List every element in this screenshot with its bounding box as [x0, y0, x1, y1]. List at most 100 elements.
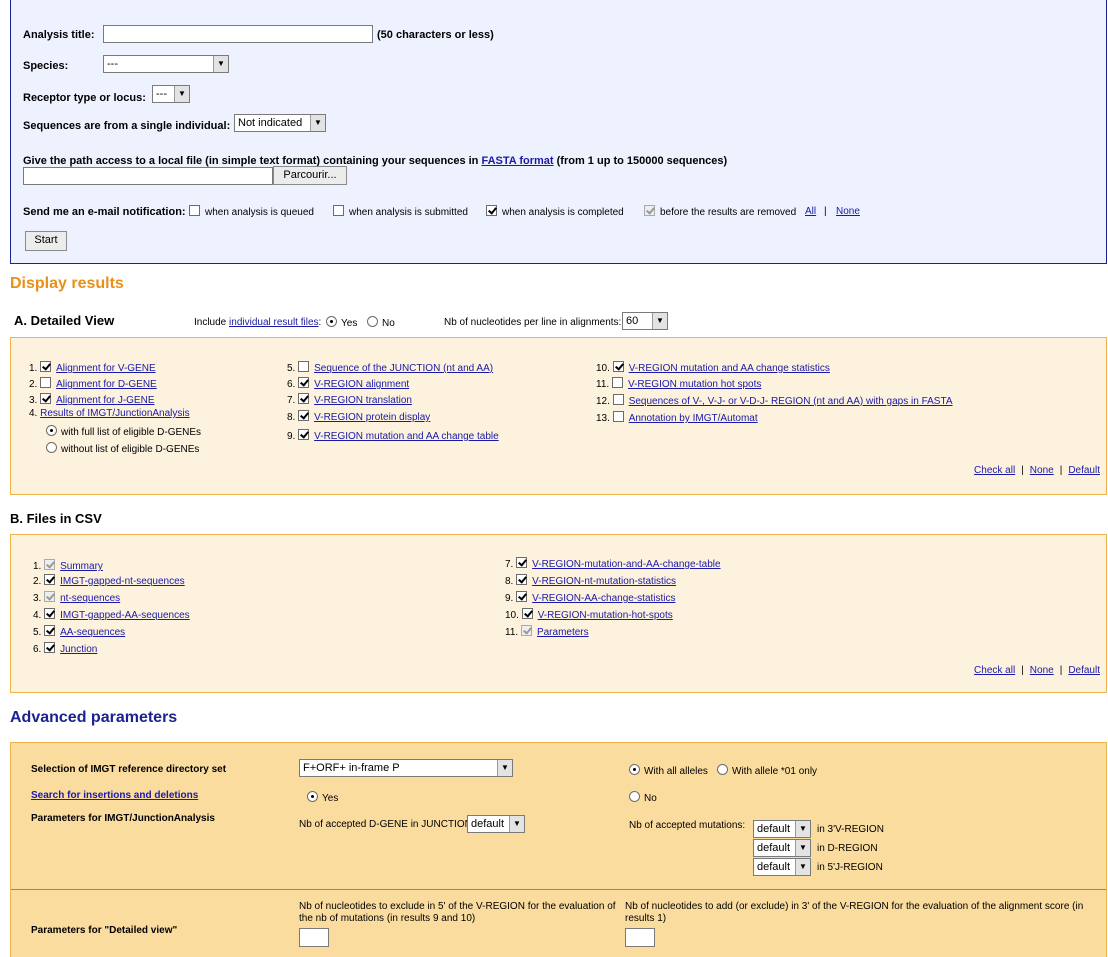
junction-analysis-link[interactable]: Results of IMGT/JunctionAnalysis — [40, 408, 190, 419]
nt-mutation-stats-link[interactable]: V-REGION-nt-mutation-statistics — [532, 576, 676, 587]
indel-yes-radio[interactable] — [307, 791, 318, 802]
list-item[interactable]: 8. V-REGION protein display — [287, 410, 430, 423]
list-item[interactable]: 5. AA-sequences — [33, 625, 125, 638]
gapped-aa-link[interactable]: IMGT-gapped-AA-sequences — [60, 610, 190, 621]
alignment-j-gene-link[interactable]: Alignment for J-GENE — [56, 395, 154, 406]
gapped-nt-link[interactable]: IMGT-gapped-nt-sequences — [60, 576, 185, 587]
imgt-automat-checkbox[interactable] — [612, 411, 624, 422]
single-individual-select[interactable]: Not indicated ▼ — [234, 114, 326, 132]
list-item[interactable]: 13. Annotation by IMGT/Automat — [596, 411, 758, 424]
mut-5j-select[interactable]: default ▼ — [753, 858, 811, 876]
imgt-automat-link[interactable]: Annotation by IMGT/Automat — [629, 413, 758, 424]
junction-no-list-radio[interactable] — [46, 442, 57, 453]
v-region-translation-link[interactable]: V-REGION translation — [314, 395, 412, 406]
list-item[interactable]: 12. Sequences of V-, V-J- or V-D-J- REGI… — [596, 394, 953, 407]
list-item[interactable]: 2. Alignment for D-GENE — [29, 377, 157, 390]
v-region-protein-link[interactable]: V-REGION protein display — [314, 412, 430, 423]
check-all-link[interactable]: Check all — [974, 665, 1015, 676]
alignment-j-gene-checkbox[interactable] — [40, 393, 52, 404]
notify-submitted[interactable]: when analysis is submitted — [333, 205, 468, 218]
v-region-mutation-table-link[interactable]: V-REGION mutation and AA change table — [314, 431, 499, 442]
aa-change-stats-checkbox[interactable] — [516, 591, 528, 602]
file-path-input[interactable] — [23, 167, 273, 185]
v-region-mutation-stats-checkbox[interactable] — [612, 361, 624, 372]
summary-link[interactable]: Summary — [60, 561, 103, 572]
list-item[interactable]: 4. Results of IMGT/JunctionAnalysis — [29, 408, 190, 419]
default-link[interactable]: Default — [1068, 665, 1100, 676]
v-region-protein-checkbox[interactable] — [298, 410, 310, 421]
all-alleles-radio[interactable] — [629, 764, 640, 775]
mut-d-select[interactable]: default ▼ — [753, 839, 811, 857]
list-item[interactable]: 4. IMGT-gapped-AA-sequences — [33, 608, 190, 621]
junction-full-list-radio[interactable] — [46, 425, 57, 436]
all-alleles-option[interactable]: With all alleles — [629, 764, 708, 777]
list-item[interactable]: 7. V-REGION translation — [287, 393, 412, 406]
list-item[interactable]: 9. V-REGION-AA-change-statistics — [505, 591, 676, 604]
list-item[interactable]: 1. Alignment for V-GENE — [29, 361, 156, 374]
alignment-d-gene-checkbox[interactable] — [40, 377, 52, 388]
list-item[interactable]: 7. V-REGION-mutation-and-AA-change-table — [505, 557, 721, 570]
list-item[interactable]: 10. V-REGION-mutation-hot-spots — [505, 608, 673, 621]
start-button[interactable]: Start — [25, 231, 67, 251]
v-region-hot-spots-link[interactable]: V-REGION mutation hot spots — [628, 379, 761, 390]
mutation-hot-spots-checkbox[interactable] — [521, 608, 533, 619]
notify-all-link[interactable]: All — [805, 206, 816, 217]
mutation-table-link[interactable]: V-REGION-mutation-and-AA-change-table — [532, 559, 720, 570]
indel-yes-option[interactable]: Yes — [307, 791, 338, 804]
nb-nucleotides-select[interactable]: 60 ▼ — [622, 312, 668, 330]
junction-full-list[interactable]: with full list of eligible D-GENEs — [46, 425, 201, 438]
none-link[interactable]: None — [1030, 465, 1054, 476]
include-no-radio[interactable] — [367, 316, 378, 327]
browse-button[interactable]: Parcourir... — [273, 166, 347, 185]
notify-queued-checkbox[interactable] — [189, 205, 200, 216]
notify-completed-checkbox[interactable] — [486, 205, 497, 216]
notify-none-link[interactable]: None — [836, 206, 860, 217]
dgene-select[interactable]: default ▼ — [467, 815, 525, 833]
list-item[interactable]: 11. V-REGION mutation hot spots — [596, 377, 761, 390]
mutation-table-checkbox[interactable] — [516, 557, 528, 568]
mut-3v-select[interactable]: default ▼ — [753, 820, 811, 838]
include-yes-radio[interactable] — [326, 316, 337, 327]
v-region-alignment-link[interactable]: V-REGION alignment — [314, 379, 409, 390]
nt-sequences-link[interactable]: nt-sequences — [60, 593, 120, 604]
add-nucleotides-input[interactable] — [625, 928, 655, 947]
v-region-hot-spots-checkbox[interactable] — [611, 377, 623, 388]
list-item[interactable]: 8. V-REGION-nt-mutation-statistics — [505, 574, 676, 587]
mutation-hot-spots-link[interactable]: V-REGION-mutation-hot-spots — [538, 610, 673, 621]
list-item[interactable]: 3. Alignment for J-GENE — [29, 393, 155, 406]
list-item[interactable]: 2. IMGT-gapped-nt-sequences — [33, 574, 185, 587]
alignment-d-gene-link[interactable]: Alignment for D-GENE — [56, 379, 157, 390]
analysis-title-input[interactable] — [103, 25, 373, 43]
gapped-nt-checkbox[interactable] — [44, 574, 56, 585]
include-yes[interactable]: Yes — [326, 316, 357, 329]
none-link[interactable]: None — [1030, 665, 1054, 676]
indel-no-option[interactable]: No — [629, 791, 657, 804]
aa-change-stats-link[interactable]: V-REGION-AA-change-statistics — [532, 593, 675, 604]
allele-01-option[interactable]: With allele *01 only — [717, 764, 817, 777]
notify-queued[interactable]: when analysis is queued — [189, 205, 314, 218]
v-region-alignment-checkbox[interactable] — [298, 377, 310, 388]
parameters-link[interactable]: Parameters — [537, 627, 589, 638]
notify-completed[interactable]: when analysis is completed — [486, 205, 624, 218]
v-region-mutation-table-checkbox[interactable] — [298, 429, 310, 440]
include-no[interactable]: No — [367, 316, 395, 329]
default-link[interactable]: Default — [1068, 465, 1100, 476]
junction-link[interactable]: Junction — [60, 644, 97, 655]
nt-mutation-stats-checkbox[interactable] — [516, 574, 528, 585]
species-select[interactable]: --- ▼ — [103, 55, 229, 73]
alignment-v-gene-link[interactable]: Alignment for V-GENE — [56, 363, 155, 374]
indel-no-radio[interactable] — [629, 791, 640, 802]
junction-sequence-link[interactable]: Sequence of the JUNCTION (nt and AA) — [314, 363, 493, 374]
notify-submitted-checkbox[interactable] — [333, 205, 344, 216]
exclude-nucleotides-input[interactable] — [299, 928, 329, 947]
list-item[interactable]: 6. V-REGION alignment — [287, 377, 409, 390]
gapped-aa-checkbox[interactable] — [44, 608, 56, 619]
alignment-v-gene-checkbox[interactable] — [40, 361, 52, 372]
aa-sequences-checkbox[interactable] — [44, 625, 56, 636]
junction-sequence-checkbox[interactable] — [298, 361, 310, 372]
list-item[interactable]: 5. Sequence of the JUNCTION (nt and AA) — [287, 361, 493, 374]
fasta-format-link[interactable]: FASTA format — [481, 155, 553, 167]
gapped-fasta-checkbox[interactable] — [612, 394, 624, 405]
receptor-select[interactable]: --- ▼ — [152, 85, 190, 103]
allele-01-radio[interactable] — [717, 764, 728, 775]
